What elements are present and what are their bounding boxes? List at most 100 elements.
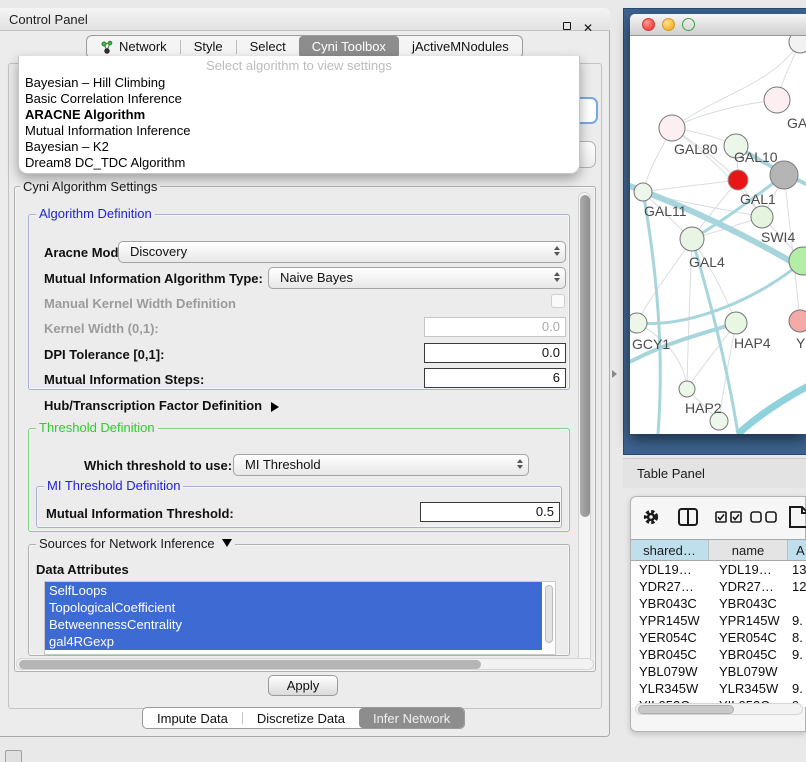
select-all-checkboxes-icon[interactable]: [715, 511, 743, 523]
sources-group-toggle[interactable]: Sources for Network Inference: [36, 537, 235, 550]
tab-impute-data[interactable]: Impute Data: [143, 708, 242, 728]
cell: 9.: [792, 612, 806, 629]
node-gal1[interactable]: [751, 206, 773, 228]
aracne-mode-select[interactable]: Discovery: [118, 241, 566, 263]
cell: YER054C: [639, 629, 707, 646]
node-gal-pink[interactable]: [764, 87, 790, 113]
tab-label: Impute Data: [157, 708, 228, 729]
cell: YBR045C: [719, 646, 787, 663]
panel-resize-arrow-icon[interactable]: [612, 370, 617, 378]
column-header-name[interactable]: name: [709, 539, 788, 561]
selected-value: MI Threshold: [245, 457, 321, 472]
table-row[interactable]: YBR045CYBR045C9.: [631, 646, 806, 663]
table-row[interactable]: YBR043CYBR043C: [631, 595, 806, 612]
expanded-arrow-icon: [222, 539, 232, 547]
cyni-settings-group-title: Cyni Algorithm Settings: [20, 180, 160, 193]
control-panel-titlebar: Control Panel ✕: [0, 8, 610, 31]
table-horizontal-scrollbar[interactable]: [635, 703, 803, 715]
node-selected-red[interactable]: [728, 170, 748, 190]
table-row[interactable]: YBL079WYBL079W: [631, 663, 806, 680]
list-item[interactable]: BetweennessCentrality: [45, 616, 542, 633]
node-label: SWI4: [761, 229, 795, 245]
float-window-icon[interactable]: [562, 21, 574, 33]
tab-network[interactable]: Network: [87, 36, 180, 58]
network-icon: [100, 40, 114, 54]
node-salmon[interactable]: [789, 310, 806, 332]
columns-icon[interactable]: [677, 507, 699, 527]
node-gal80[interactable]: [659, 115, 685, 141]
node-partial-top[interactable]: [789, 36, 806, 53]
scrollbar-thumb[interactable]: [19, 660, 481, 669]
list-vertical-scrollbar[interactable]: [544, 583, 554, 653]
cell: YPR145W: [719, 612, 787, 629]
sources-group-title: Sources for Network Inference: [39, 536, 215, 551]
tab-label: Network: [119, 36, 167, 58]
node-gal4[interactable]: [680, 227, 704, 251]
tab-infer-network[interactable]: Infer Network: [359, 708, 464, 728]
table-row[interactable]: YPR145W YPR145W 9.: [631, 612, 806, 629]
table-row[interactable]: YDL19…YDL19…13: [631, 561, 806, 578]
tab-style[interactable]: Style: [181, 36, 236, 58]
cell: YBR045C: [639, 646, 707, 663]
node-gcy1[interactable]: [630, 313, 647, 333]
tab-discretize-data[interactable]: Discretize Data: [243, 708, 359, 728]
table-row[interactable]: YDR27…YDR27…12: [631, 578, 806, 595]
tab-cyni-toolbox[interactable]: Cyni Toolbox: [299, 36, 399, 58]
scrollbar-thumb[interactable]: [580, 195, 590, 517]
manual-kernel-checkbox[interactable]: [551, 294, 565, 308]
kernel-width-field[interactable]: 0.0: [424, 317, 566, 337]
dropdown-item[interactable]: Mutual Information Inference: [19, 123, 579, 139]
tab-jactivemnodules[interactable]: jActiveMNodules: [399, 36, 522, 58]
close-window-icon[interactable]: ✕: [583, 22, 595, 34]
settings-gear-icon[interactable]: [642, 508, 660, 526]
which-threshold-select[interactable]: MI Threshold: [233, 454, 529, 476]
table-row[interactable]: YER054CYER054C8.: [631, 629, 806, 646]
dropdown-item[interactable]: Bayesian – K2: [19, 139, 579, 155]
screenshot-root: Control Panel ✕ Network Style Select Cyn…: [0, 0, 806, 762]
mac-close-icon[interactable]: [642, 18, 655, 31]
cell: YPR145W: [639, 612, 707, 629]
node-gray[interactable]: [770, 161, 798, 189]
list-item[interactable]: gal4RGexp: [45, 633, 542, 650]
new-table-icon[interactable]: [787, 505, 806, 529]
threshold-definition-group-title: Threshold Definition: [36, 421, 158, 434]
settings-horizontal-scrollbar[interactable]: [16, 658, 594, 670]
tab-label: Discretize Data: [257, 708, 345, 729]
mi-threshold-field[interactable]: 0.5: [420, 502, 560, 522]
dock-icon[interactable]: [5, 750, 22, 762]
dropdown-item-selected[interactable]: ARACNE Algorithm: [19, 107, 579, 123]
dpi-tolerance-label: DPI Tolerance [0,1]:: [44, 347, 164, 362]
hub-definition-toggle[interactable]: Hub/Transcription Factor Definition: [44, 398, 279, 413]
node-gal11[interactable]: [634, 183, 652, 201]
mi-type-select[interactable]: Naive Bayes: [268, 267, 566, 289]
algorithm-dropdown-popup: Select algorithm to view settings Bayesi…: [18, 56, 580, 174]
settings-vertical-scrollbar[interactable]: [578, 192, 591, 666]
scrollbar-thumb[interactable]: [638, 705, 734, 714]
node-label: GCY1: [632, 336, 670, 352]
edges-teal: [630, 146, 806, 434]
scrollbar-thumb[interactable]: [545, 585, 553, 643]
which-threshold-label: Which threshold to use:: [84, 458, 232, 473]
dpi-tolerance-field[interactable]: 0.0: [424, 343, 566, 363]
mac-minimize-icon[interactable]: [662, 18, 675, 31]
network-canvas[interactable]: GAL GAL80 GAL10 GAL11 GAL1 SWI4 GAL4 GCY…: [630, 36, 806, 434]
deselect-all-checkboxes-icon[interactable]: [750, 511, 778, 523]
dropdown-item[interactable]: Dream8 DC_TDC Algorithm: [19, 155, 579, 171]
mi-steps-field[interactable]: 6: [424, 368, 566, 388]
node-hap4[interactable]: [725, 312, 747, 334]
column-header-partial[interactable]: A: [788, 539, 806, 561]
apply-button[interactable]: Apply: [268, 675, 338, 696]
table-panel-title: Table Panel: [637, 459, 705, 489]
list-item[interactable]: TopologicalCoefficient: [45, 599, 542, 616]
node-hap2[interactable]: [679, 381, 695, 397]
dropdown-item[interactable]: Bayesian – Hill Climbing: [19, 75, 579, 91]
column-header-shared[interactable]: shared…: [631, 539, 709, 561]
dropdown-item[interactable]: Basic Correlation Inference: [19, 91, 579, 107]
tab-select[interactable]: Select: [237, 36, 299, 58]
mi-threshold-label: Mutual Information Threshold:: [46, 506, 234, 521]
list-item[interactable]: SelfLoops: [45, 582, 542, 599]
selected-value: Discovery: [130, 244, 187, 259]
mac-zoom-icon[interactable]: [682, 18, 695, 31]
cell: 9.: [792, 680, 806, 697]
table-row[interactable]: YLR345WYLR345W9.: [631, 680, 806, 697]
